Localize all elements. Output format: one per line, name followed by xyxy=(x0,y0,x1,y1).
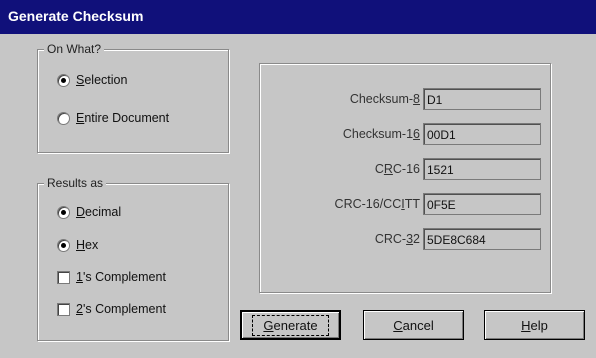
help-button[interactable]: Help xyxy=(484,310,585,340)
hex-radio-dot[interactable] xyxy=(57,238,70,252)
selection-radio-dot[interactable] xyxy=(57,73,70,87)
field-row-checksum-16: Checksum-16 00D1 xyxy=(260,123,550,147)
entire-document-radio[interactable]: Entire Document xyxy=(57,111,169,125)
crc-32-field[interactable]: 5DE8C684 xyxy=(423,228,541,250)
decimal-radio-dot[interactable] xyxy=(57,205,70,219)
cancel-button[interactable]: Cancel xyxy=(363,310,464,340)
ones-complement-box[interactable] xyxy=(57,270,70,284)
results-panel: Checksum-8 D1 Checksum-16 00D1 CRC-16 15… xyxy=(259,63,551,293)
checksum-8-label: Checksum-8 xyxy=(349,92,420,106)
ones-complement-checkbox[interactable]: 1's Complement xyxy=(57,270,166,284)
results-as-legend: Results as xyxy=(44,176,107,190)
field-row-crc-16: CRC-16 1521 xyxy=(260,158,550,182)
decimal-radio[interactable]: Decimal xyxy=(57,205,121,219)
help-button-label: Help xyxy=(521,317,548,333)
cancel-button-label: Cancel xyxy=(393,317,434,333)
checksum-8-field[interactable]: D1 xyxy=(423,88,541,110)
ones-complement-label: 1's Complement xyxy=(76,270,166,284)
window-title: Generate Checksum xyxy=(8,8,144,24)
generate-button[interactable]: Generate xyxy=(240,310,341,340)
decimal-label: Decimal xyxy=(76,205,122,219)
twos-complement-checkbox[interactable]: 2's Complement xyxy=(57,302,166,316)
dialog-window: Generate Checksum On What? Selection Ent… xyxy=(0,0,596,358)
crc-32-label: CRC-32 xyxy=(374,232,420,246)
entire-document-label: Entire Document xyxy=(76,111,170,125)
crc-16-label: CRC-16 xyxy=(374,162,420,176)
crc-16-field[interactable]: 1521 xyxy=(423,158,541,180)
field-row-crc-16-ccitt: CRC-16/CCITT 0F5E xyxy=(260,193,550,217)
checksum-16-field[interactable]: 00D1 xyxy=(423,123,541,145)
crc-16-ccitt-field[interactable]: 0F5E xyxy=(423,193,541,215)
entire-document-radio-dot[interactable] xyxy=(57,111,70,125)
on-what-legend: On What? xyxy=(44,42,105,56)
hex-radio[interactable]: Hex xyxy=(57,238,98,252)
crc-16-ccitt-label: CRC-16/CCITT xyxy=(334,197,420,211)
results-as-group: Results as Decimal Hex 1's Complement 2'… xyxy=(37,176,229,341)
twos-complement-label: 2's Complement xyxy=(76,302,166,316)
twos-complement-box[interactable] xyxy=(57,302,70,316)
hex-label: Hex xyxy=(76,238,99,252)
field-row-crc-32: CRC-32 5DE8C684 xyxy=(260,228,550,252)
generate-button-label: Generate xyxy=(252,314,329,336)
selection-label: Selection xyxy=(76,73,128,87)
checksum-16-label: Checksum-16 xyxy=(342,127,420,141)
dialog-body: On What? Selection Entire Document Resul… xyxy=(0,34,596,358)
selection-radio[interactable]: Selection xyxy=(57,73,127,87)
title-bar: Generate Checksum xyxy=(0,0,596,34)
on-what-group: On What? Selection Entire Document xyxy=(37,42,229,153)
field-row-checksum-8: Checksum-8 D1 xyxy=(260,88,550,112)
